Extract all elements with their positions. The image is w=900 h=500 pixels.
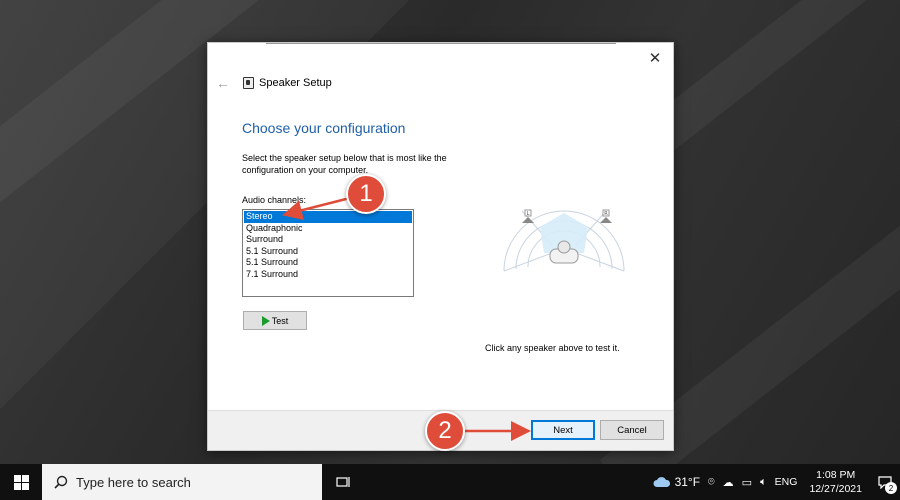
speaker-icon [243,77,254,89]
list-item-7-1-surround[interactable]: 7.1 Surround [244,269,412,281]
taskbar-clock[interactable]: 1:08 PM 12/27/2021 [801,468,870,496]
cloud-icon [653,477,670,487]
cancel-button[interactable]: Cancel [600,420,664,440]
task-view-icon [336,477,350,487]
audio-channels-label: Audio channels: [242,195,307,205]
test-button-label: Test [271,315,289,326]
clock-time: 1:08 PM [816,469,856,481]
test-hint-text: Click any speaker above to test it. [485,343,620,353]
close-button[interactable]: ✕ [643,47,667,69]
page-heading: Choose your configuration [242,120,406,136]
svg-text:L: L [527,211,530,217]
back-button[interactable]: ← [214,74,232,92]
start-button[interactable] [0,464,42,500]
list-item-stereo[interactable]: Stereo [244,211,412,223]
taskbar: Type here to search 31°F ⌾ ☁ ▭ 🔈︎ ENG 1:… [0,464,900,500]
system-tray: 31°F ⌾ ☁ ▭ 🔈︎ ENG 1:08 PM 12/27/2021 2 [649,464,900,500]
language-indicator[interactable]: ENG [771,476,802,488]
weather-widget[interactable]: 31°F [649,475,704,489]
notification-center-button[interactable]: 2 [870,464,900,500]
list-item-quadraphonic[interactable]: Quadraphonic [244,223,412,235]
speaker-setup-dialog: ✕ ← Speaker Setup Choose your configurat… [207,42,674,451]
search-icon [54,475,68,489]
tray-network-icon[interactable]: ▭ [738,476,756,489]
taskbar-search-input[interactable]: Type here to search [42,464,322,500]
tray-onedrive-icon[interactable]: ☁ [719,476,738,489]
annotation-badge-2: 2 [425,411,465,451]
next-button[interactable]: Next [531,420,595,440]
speaker-left-icon[interactable]: L [522,209,534,223]
windows-logo-icon [13,474,29,490]
speaker-diagram: L R [503,209,625,272]
weather-temperature: 31°F [674,475,701,489]
audio-channels-list[interactable]: Stereo Quadraphonic Surround 5.1 Surroun… [242,209,414,297]
test-button[interactable]: Test [243,311,307,330]
tray-meet-icon[interactable]: ⌾ [704,476,719,489]
list-item-5-1-surround[interactable]: 5.1 Surround [244,246,412,258]
list-item-5-1-surround-alt[interactable]: 5.1 Surround [244,257,412,269]
dialog-title: Speaker Setup [259,77,332,89]
search-placeholder: Type here to search [76,474,191,490]
play-icon [261,315,270,326]
task-view-button[interactable] [322,464,366,500]
svg-text:R: R [604,211,608,217]
description-text: Select the speaker setup below that is m… [242,153,447,175]
list-item-surround[interactable]: Surround [244,234,412,246]
notification-count-badge: 2 [885,482,897,494]
dialog-top-border [266,43,616,44]
annotation-badge-1: 1 [346,174,386,214]
clock-date: 12/27/2021 [809,483,862,495]
close-icon: ✕ [648,50,662,67]
tray-volume-icon[interactable]: 🔈︎ [756,476,771,489]
back-arrow-icon: ← [216,75,230,91]
